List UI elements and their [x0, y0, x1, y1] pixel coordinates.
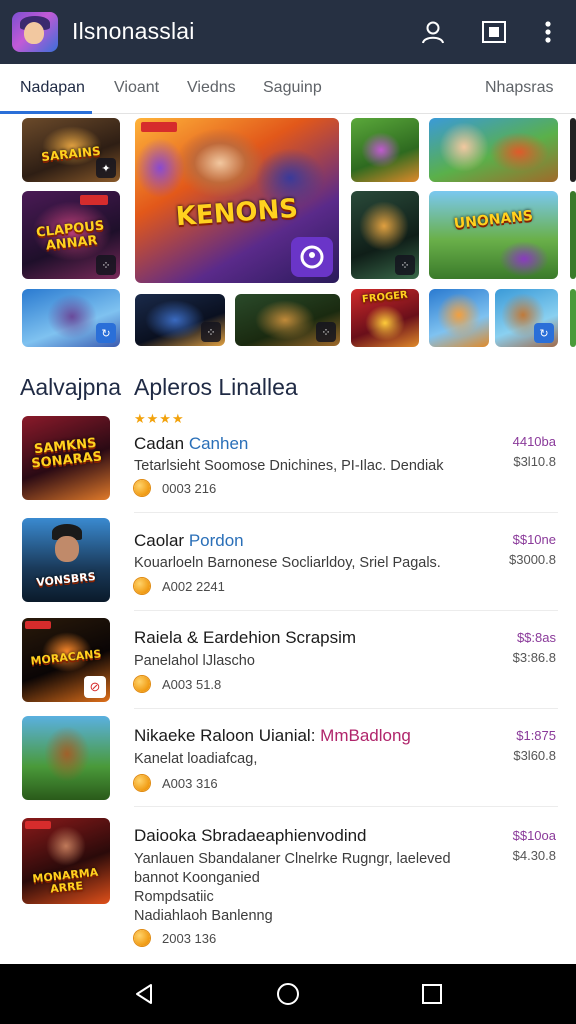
price-primary: $$10oa: [512, 828, 556, 843]
price-primary: $$:8as: [516, 630, 556, 645]
app-title: Cadan Canhen: [134, 434, 249, 453]
app-thumbnail: SAMKNS SONARAS: [22, 416, 110, 500]
tab-bar: Nadapan Vioant Viedns Saguinp Nhapsras: [0, 64, 576, 114]
divider: [134, 610, 558, 611]
system-nav-bar: [0, 964, 576, 1024]
featured-tile[interactable]: [351, 118, 419, 182]
coin-icon: [134, 578, 150, 594]
list-item[interactable]: SAMKNS SONARAS Cadan Canhen Tetarlsieht …: [0, 414, 576, 510]
app-description: Kanelat loadiafcag,: [134, 751, 258, 767]
app-description-line4: Nadiahlaoh Banlenng: [134, 908, 273, 924]
section-title-left: Aalvajpna: [20, 374, 122, 400]
hero-title: KENONS: [174, 193, 299, 233]
divider: [134, 512, 558, 513]
featured-tile[interactable]: FROGER: [351, 289, 419, 347]
section-title-right: Apleros Linallea: [134, 374, 298, 400]
featured-tile[interactable]: ⁘: [235, 294, 340, 346]
app-meta: 0003 216: [134, 480, 216, 496]
divider: [134, 708, 558, 709]
coin-icon: [134, 480, 150, 496]
price-secondary: $4.30.8: [512, 848, 556, 863]
app-meta: A002 2241: [134, 578, 225, 594]
app-meta: 2003 136: [134, 930, 216, 946]
divider: [134, 806, 558, 807]
tab-viedns[interactable]: Viedns: [187, 79, 236, 97]
featured-tile[interactable]: ↻: [22, 289, 120, 347]
coin-icon: [134, 775, 150, 791]
app-thumbnail: VONSBRS: [22, 518, 110, 602]
featured-tile[interactable]: ↻: [495, 289, 558, 347]
tab-nadapan[interactable]: Nadapan: [20, 79, 85, 97]
controller-icon: ⁘: [395, 255, 415, 275]
featured-tile[interactable]: CLAPOUS ANNAR ⁘: [22, 191, 120, 279]
app-description: Kouarloeln Barnonese Socliarldoy, Sriel …: [134, 555, 441, 571]
app-thumbnail: [22, 716, 110, 800]
tab-vioant[interactable]: Vioant: [114, 79, 159, 97]
game-controller-icon[interactable]: [291, 237, 333, 277]
app-title: Nikaeke Raloon Uianial: MmBadlong: [134, 726, 411, 745]
tile-title: [351, 120, 419, 127]
controller-icon: ⁘: [201, 322, 221, 342]
app-description: Yanlauen Sbandalaner Clnelrke Rugngr, la…: [134, 851, 451, 867]
tile-title: UNONANS: [453, 207, 534, 233]
featured-tile[interactable]: [429, 118, 558, 182]
no-ads-icon: ⊘: [84, 676, 106, 698]
list-item[interactable]: VONSBRS Caolar Pordon Kouarloeln Barnone…: [0, 516, 576, 612]
price-primary: $1:875: [516, 728, 556, 743]
home-icon[interactable]: [274, 980, 302, 1008]
list-item[interactable]: Nikaeke Raloon Uianial: MmBadlong Kanela…: [0, 712, 576, 808]
refresh-icon: ↻: [534, 323, 554, 343]
price-primary: $$10ne: [512, 532, 556, 547]
featured-hero-tile[interactable]: KENONS: [135, 118, 339, 283]
price-secondary: $3000.8: [509, 552, 556, 567]
featured-tile-partial: [570, 118, 576, 182]
price-primary: 4410ba: [512, 434, 556, 449]
coin-icon: [134, 676, 150, 692]
list-item[interactable]: MORACANS ⊘ Raiela & Eardehion Scrapsim P…: [0, 614, 576, 710]
app-thumbnail: MONARMA ARRE: [22, 818, 110, 904]
list-item[interactable]: MONARMA ARRE Daiooka Sbradaeaphienvodind…: [0, 810, 576, 960]
app-logo-icon[interactable]: [12, 12, 58, 52]
more-vert-icon[interactable]: [532, 16, 564, 48]
featured-tile[interactable]: SARAINS ✦: [22, 118, 120, 182]
tab-nhapsras[interactable]: Nhapsras: [485, 79, 553, 97]
app-description: Tetarlsieht Soomose Dnichines, PI-Ilac. …: [134, 458, 444, 474]
featured-tile[interactable]: ⁘: [135, 294, 225, 346]
share-icon: ↻: [96, 323, 116, 343]
tab-indicator: [0, 111, 92, 114]
controller-icon: ⁘: [316, 322, 336, 342]
price-secondary: $3:86.8: [512, 650, 556, 665]
app-title: Daiooka Sbradaeaphienvodind: [134, 826, 367, 845]
app-meta: A003 316: [134, 775, 218, 791]
coin-icon: [134, 930, 150, 946]
featured-tile-partial: [570, 289, 576, 347]
app-description-line2: bannot Koonganied: [134, 870, 260, 886]
app-title: Raiela & Eardehion Scrapsim: [134, 628, 357, 647]
controller-icon: ⁘: [96, 255, 116, 275]
account-icon[interactable]: [417, 16, 449, 48]
media-icon[interactable]: [478, 16, 510, 48]
play-icon: ✦: [96, 158, 116, 178]
price-secondary: $3l60.8: [513, 748, 556, 763]
featured-tile[interactable]: UNONANS: [429, 191, 558, 279]
featured-tile-partial: [570, 191, 576, 279]
tab-saguinp[interactable]: Saguinp: [263, 79, 322, 97]
recents-icon[interactable]: [418, 980, 446, 1008]
featured-tile[interactable]: [429, 289, 489, 347]
back-icon[interactable]: [130, 980, 158, 1008]
app-description: Panelahol lJlascho: [134, 653, 255, 669]
app-bar: Ilsnonasslai: [0, 0, 576, 64]
app-title: Caolar Pordon: [134, 531, 244, 550]
featured-tile[interactable]: ⁘: [351, 191, 419, 279]
app-description-line3: Rompdsatiic: [134, 889, 214, 905]
price-secondary: $3l10.8: [513, 454, 556, 469]
app-thumbnail: MORACANS ⊘: [22, 618, 110, 702]
app-meta: A003 51.8: [134, 676, 221, 692]
app-title: Ilsnonasslai: [72, 18, 195, 44]
